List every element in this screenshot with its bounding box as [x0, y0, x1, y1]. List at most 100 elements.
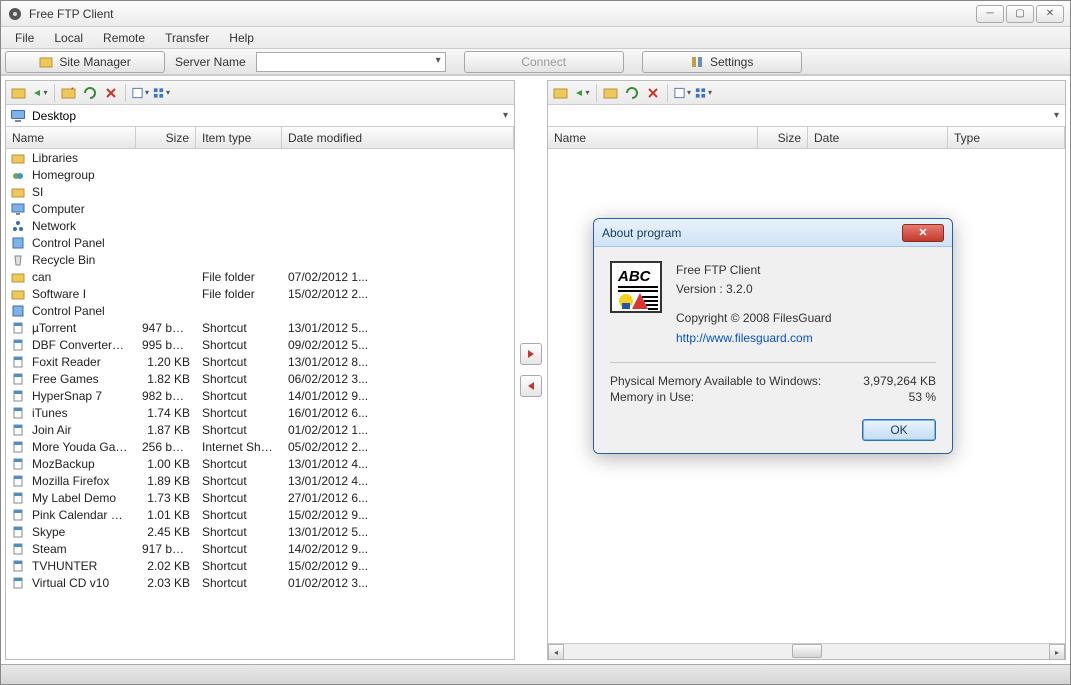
properties-icon[interactable]	[673, 84, 691, 102]
file-row[interactable]: Network	[6, 217, 514, 234]
menu-file[interactable]: File	[7, 29, 42, 47]
new-folder-icon[interactable]	[602, 84, 620, 102]
file-row[interactable]: Software IFile folder15/02/2012 2...	[6, 285, 514, 302]
maximize-button[interactable]: ▢	[1006, 5, 1034, 23]
file-icon	[10, 422, 26, 438]
back-dd-icon[interactable]	[573, 84, 591, 102]
file-row[interactable]: TVHUNTER2.02 KBShortcut15/02/2012 9...	[6, 557, 514, 574]
sites-icon	[39, 55, 53, 69]
file-row[interactable]: My Label Demo1.73 KBShortcut27/01/2012 6…	[6, 489, 514, 506]
file-name: Join Air	[26, 423, 136, 437]
file-row[interactable]: Skype2.45 KBShortcut13/01/2012 5...	[6, 523, 514, 540]
properties-icon[interactable]	[131, 84, 149, 102]
file-size: 1.73 KB	[136, 491, 196, 505]
menu-local[interactable]: Local	[46, 29, 91, 47]
file-row[interactable]: MozBackup1.00 KBShortcut13/01/2012 4...	[6, 455, 514, 472]
refresh-icon[interactable]	[81, 84, 99, 102]
local-file-list[interactable]: LibrariesHomegroupSIComputerNetworkContr…	[6, 149, 514, 659]
scroll-thumb[interactable]	[792, 644, 822, 658]
file-type: Shortcut	[196, 338, 282, 352]
file-row[interactable]: Computer	[6, 200, 514, 217]
col-type[interactable]: Type	[948, 127, 1065, 148]
file-name: MozBackup	[26, 457, 136, 471]
delete-icon[interactable]	[644, 84, 662, 102]
file-row[interactable]: Recycle Bin	[6, 251, 514, 268]
settings-button[interactable]: Settings	[642, 51, 802, 73]
minimize-button[interactable]: ─	[976, 5, 1004, 23]
file-row[interactable]: HyperSnap 7982 bytesShortcut14/01/2012 9…	[6, 387, 514, 404]
file-row[interactable]: canFile folder07/02/2012 1...	[6, 268, 514, 285]
col-size[interactable]: Size	[758, 127, 808, 148]
dialog-close-button[interactable]: ✕	[902, 224, 944, 242]
file-row[interactable]: DBF Converters S...995 bytesShortcut09/0…	[6, 336, 514, 353]
file-name: DBF Converters S...	[26, 338, 136, 352]
menu-transfer[interactable]: Transfer	[157, 29, 217, 47]
file-size: 2.03 KB	[136, 576, 196, 590]
file-row[interactable]: iTunes1.74 KBShortcut16/01/2012 6...	[6, 404, 514, 421]
file-icon	[10, 235, 26, 251]
remote-hscrollbar[interactable]: ◂ ▸	[548, 643, 1065, 659]
file-icon	[10, 473, 26, 489]
local-path-bar[interactable]: Desktop	[6, 105, 514, 127]
col-name[interactable]: Name	[548, 127, 758, 148]
file-row[interactable]: Steam917 bytesShortcut14/02/2012 9...	[6, 540, 514, 557]
separator	[54, 84, 55, 102]
scroll-left-button[interactable]: ◂	[548, 644, 564, 660]
file-row[interactable]: µTorrent947 bytesShortcut13/01/2012 5...	[6, 319, 514, 336]
transfer-left-button[interactable]	[520, 375, 542, 397]
file-name: Computer	[26, 202, 136, 216]
file-row[interactable]: Pink Calendar & ...1.01 KBShortcut15/02/…	[6, 506, 514, 523]
view-mode-icon[interactable]	[152, 84, 170, 102]
folder-open-icon[interactable]	[552, 84, 570, 102]
menu-remote[interactable]: Remote	[95, 29, 153, 47]
file-row[interactable]: More Youda Games256 bytesInternet Short.…	[6, 438, 514, 455]
ok-button[interactable]: OK	[862, 419, 936, 441]
delete-icon[interactable]	[102, 84, 120, 102]
local-pane: * Desktop Name Size Item type Date modif…	[5, 80, 515, 660]
mem-use-value: 53 %	[909, 390, 936, 404]
file-date: 15/02/2012 2...	[282, 287, 392, 301]
file-row[interactable]: Virtual CD v102.03 KBShortcut01/02/2012 …	[6, 574, 514, 591]
scroll-track[interactable]	[564, 644, 1049, 659]
folder-open-icon[interactable]	[10, 84, 28, 102]
server-name-combo[interactable]	[256, 52, 446, 72]
file-name: Network	[26, 219, 136, 233]
remote-path-bar[interactable]	[548, 105, 1065, 127]
dialog-info: Free FTP Client Version : 3.2.0 Copyrigh…	[676, 261, 832, 348]
dialog-titlebar: About program ✕	[594, 219, 952, 247]
file-row[interactable]: Foxit Reader1.20 KBShortcut13/01/2012 8.…	[6, 353, 514, 370]
dialog-link[interactable]: http://www.filesguard.com	[676, 329, 832, 348]
col-size[interactable]: Size	[136, 127, 196, 148]
file-row[interactable]: Control Panel	[6, 234, 514, 251]
file-row[interactable]: Join Air1.87 KBShortcut01/02/2012 1...	[6, 421, 514, 438]
file-name: iTunes	[26, 406, 136, 420]
connect-button[interactable]: Connect	[464, 51, 624, 73]
file-row[interactable]: SI	[6, 183, 514, 200]
view-mode-icon[interactable]	[694, 84, 712, 102]
col-date[interactable]: Date	[808, 127, 948, 148]
settings-label: Settings	[710, 55, 753, 69]
new-folder-icon[interactable]: *	[60, 84, 78, 102]
file-row[interactable]: Libraries	[6, 149, 514, 166]
file-name: Free Games	[26, 372, 136, 386]
col-name[interactable]: Name	[6, 127, 136, 148]
file-row[interactable]: Free Games1.82 KBShortcut06/02/2012 3...	[6, 370, 514, 387]
col-type[interactable]: Item type	[196, 127, 282, 148]
dialog-app-name: Free FTP Client	[676, 261, 832, 280]
refresh-icon[interactable]	[623, 84, 641, 102]
col-date[interactable]: Date modified	[282, 127, 514, 148]
site-manager-button[interactable]: Site Manager	[5, 51, 165, 73]
site-manager-label: Site Manager	[59, 55, 130, 69]
file-row[interactable]: Homegroup	[6, 166, 514, 183]
close-button[interactable]: ✕	[1036, 5, 1064, 23]
file-size: 1.82 KB	[136, 372, 196, 386]
file-type: Shortcut	[196, 389, 282, 403]
transfer-right-button[interactable]	[520, 343, 542, 365]
menu-help[interactable]: Help	[221, 29, 262, 47]
file-type: Shortcut	[196, 508, 282, 522]
file-name: My Label Demo	[26, 491, 136, 505]
scroll-right-button[interactable]: ▸	[1049, 644, 1065, 660]
file-row[interactable]: Mozilla Firefox1.89 KBShortcut13/01/2012…	[6, 472, 514, 489]
back-dd-icon[interactable]	[31, 84, 49, 102]
file-row[interactable]: Control Panel	[6, 302, 514, 319]
